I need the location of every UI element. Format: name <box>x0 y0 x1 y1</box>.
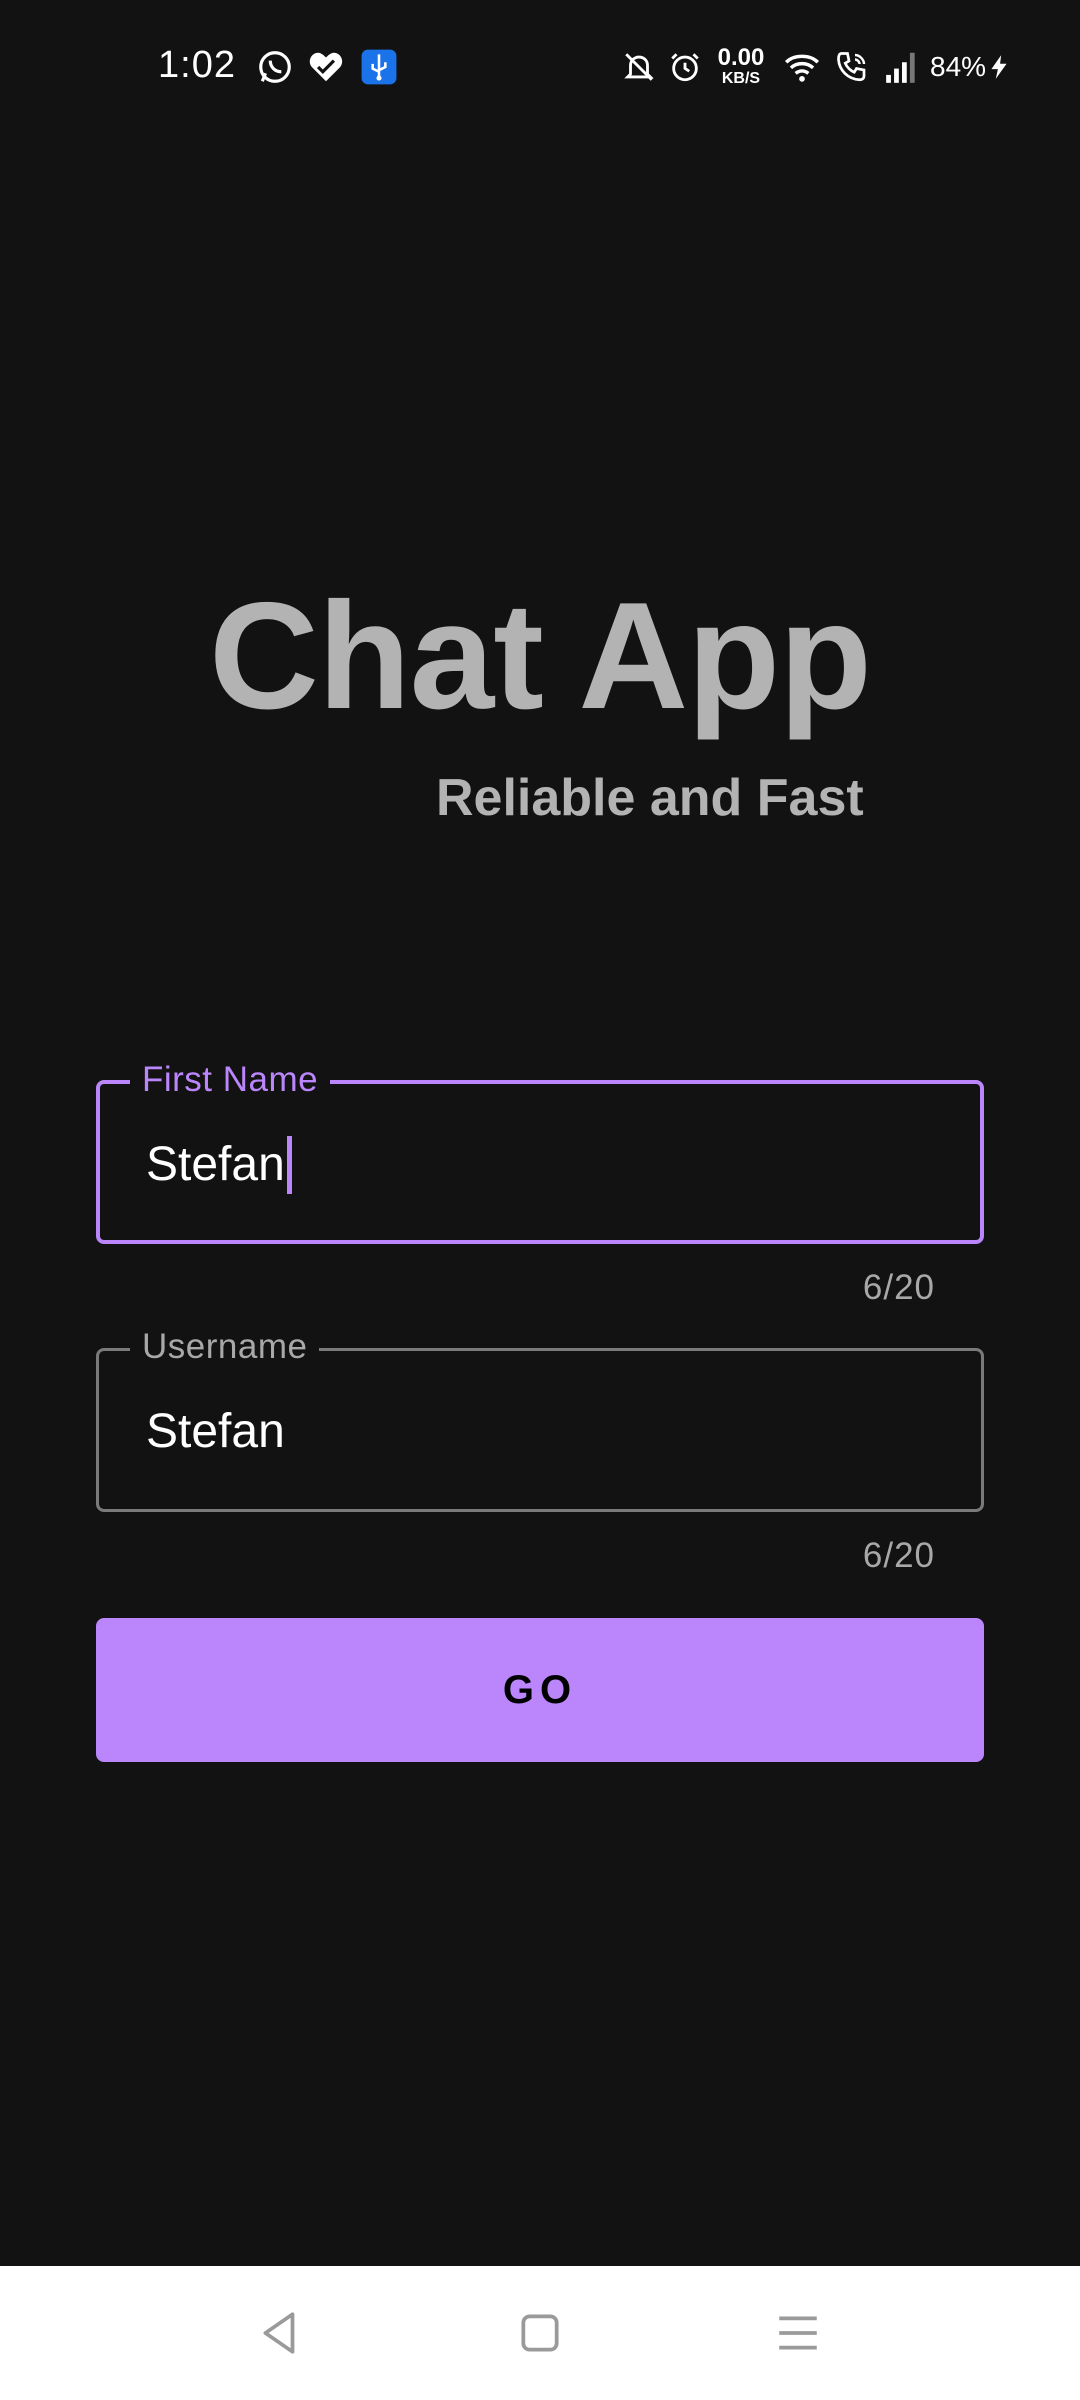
home-icon[interactable] <box>515 2308 565 2358</box>
whatsapp-icon <box>256 48 294 86</box>
username-value: Stefan <box>146 1405 285 1458</box>
recents-menu-icon[interactable] <box>773 2308 823 2358</box>
app-title: Chat App <box>209 571 872 741</box>
go-button[interactable]: GO <box>96 1618 984 1762</box>
navigation-bar <box>0 2266 1080 2400</box>
network-speed: 0.00 KB/S <box>712 46 770 87</box>
usb-icon <box>360 48 398 86</box>
network-speed-value: 0.00 <box>717 44 765 71</box>
network-speed-unit: KB/S <box>721 70 761 87</box>
status-time: 1:02 <box>158 44 236 86</box>
username-field[interactable]: Username Stefan <box>96 1327 984 1512</box>
battery-percent: 84% <box>930 51 987 82</box>
first-name-input[interactable]: Stefan <box>146 1136 292 1194</box>
status-bar: 1:02 0.00 KB/S 84% <box>0 0 1080 140</box>
wifi-icon <box>782 48 822 86</box>
signal-icon <box>882 48 922 86</box>
first-name-field[interactable]: First Name Stefan <box>96 1060 984 1244</box>
screen: 1:02 0.00 KB/S 84% Chat App Reliable and… <box>0 0 1080 2400</box>
bell-off-icon <box>622 48 656 86</box>
alarm-icon <box>668 48 702 86</box>
username-label: Username <box>130 1327 320 1367</box>
wifi-calling-icon <box>834 48 870 86</box>
app-subtitle: Reliable and Fast <box>436 769 864 827</box>
back-icon[interactable] <box>255 2308 305 2358</box>
first-name-label: First Name <box>130 1060 331 1100</box>
username-counter: 6/20 <box>862 1536 935 1575</box>
first-name-value: Stefan <box>146 1138 285 1191</box>
charging-icon <box>986 48 1012 86</box>
first-name-counter: 6/20 <box>862 1268 935 1307</box>
health-heart-icon <box>307 48 345 86</box>
username-input[interactable]: Stefan <box>146 1404 285 1460</box>
text-cursor <box>286 1136 292 1194</box>
